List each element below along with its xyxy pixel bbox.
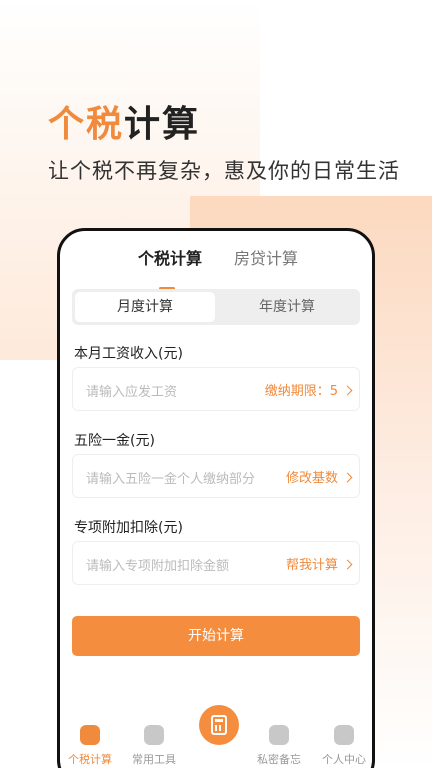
modify-base-button[interactable]: 修改基数 <box>285 467 353 486</box>
start-calculate-button[interactable]: 开始计算 <box>72 616 360 656</box>
salary-label: 本月工资收入(元) <box>74 346 183 362</box>
modify-base-label: 修改基数 <box>285 471 338 486</box>
hero-title: 个税计算 <box>48 95 200 147</box>
tab-mortgage[interactable]: 房贷计算 <box>234 245 298 269</box>
hero-subtitle: 让个税不再复杂，惠及你的日常生活 <box>48 159 400 183</box>
tabbar-label: 个税计算 <box>68 753 112 766</box>
top-tabs: 个税计算 房贷计算 <box>60 245 372 290</box>
segment-yearly[interactable]: 年度计算 <box>217 292 357 322</box>
insurance-field[interactable]: 请输入五险一金个人缴纳部分 修改基数 <box>72 454 360 498</box>
tabbar-item-profile[interactable]: 个人中心 <box>314 725 372 767</box>
grid-icon <box>144 725 164 745</box>
tax-icon <box>80 725 100 745</box>
chevron-right-icon <box>342 559 353 570</box>
segment-monthly[interactable]: 月度计算 <box>75 292 215 322</box>
chevron-right-icon <box>342 385 353 396</box>
tabbar-item-tax[interactable]: 个税计算 <box>60 725 120 767</box>
tabbar-label: 常用工具 <box>132 753 176 766</box>
tabbar-item-tools[interactable]: 常用工具 <box>124 725 184 767</box>
calculator-button[interactable] <box>199 705 239 745</box>
payment-period-label: 缴纳期限：5 <box>264 384 338 399</box>
help-calculate-label: 帮我计算 <box>285 558 338 573</box>
salary-field[interactable]: 请输入应发工资 缴纳期限：5 <box>72 367 360 411</box>
salary-placeholder: 请输入应发工资 <box>86 385 178 400</box>
deduction-label: 专项附加扣除(元) <box>74 520 183 536</box>
deduction-field[interactable]: 请输入专项附加扣除金额 帮我计算 <box>72 541 360 585</box>
period-segment: 月度计算 年度计算 <box>72 289 360 325</box>
tab-tax[interactable]: 个税计算 <box>138 245 202 269</box>
bottom-tabbar: 个税计算 常用工具 私密备忘 个人中心 <box>60 705 372 768</box>
hero-title-rest: 计算 <box>124 104 201 145</box>
tabbar-label: 个人中心 <box>322 753 366 766</box>
insurance-placeholder: 请输入五险一金个人缴纳部分 <box>86 472 256 487</box>
deduction-placeholder: 请输入专项附加扣除金额 <box>86 559 230 574</box>
tabbar-label: 私密备忘 <box>257 753 301 766</box>
insurance-label: 五险一金(元) <box>74 433 155 449</box>
tabbar-item-memo[interactable]: 私密备忘 <box>249 725 309 767</box>
phone-frame: 个税计算 房贷计算 月度计算 年度计算 本月工资收入(元) 请输入应发工资 缴纳… <box>57 228 375 768</box>
user-icon <box>334 725 354 745</box>
calculator-icon <box>211 715 227 735</box>
memo-icon <box>269 725 289 745</box>
payment-period-button[interactable]: 缴纳期限：5 <box>264 380 353 399</box>
help-calculate-button[interactable]: 帮我计算 <box>285 554 353 573</box>
chevron-right-icon <box>342 472 353 483</box>
hero-title-highlight: 个税 <box>48 104 125 145</box>
